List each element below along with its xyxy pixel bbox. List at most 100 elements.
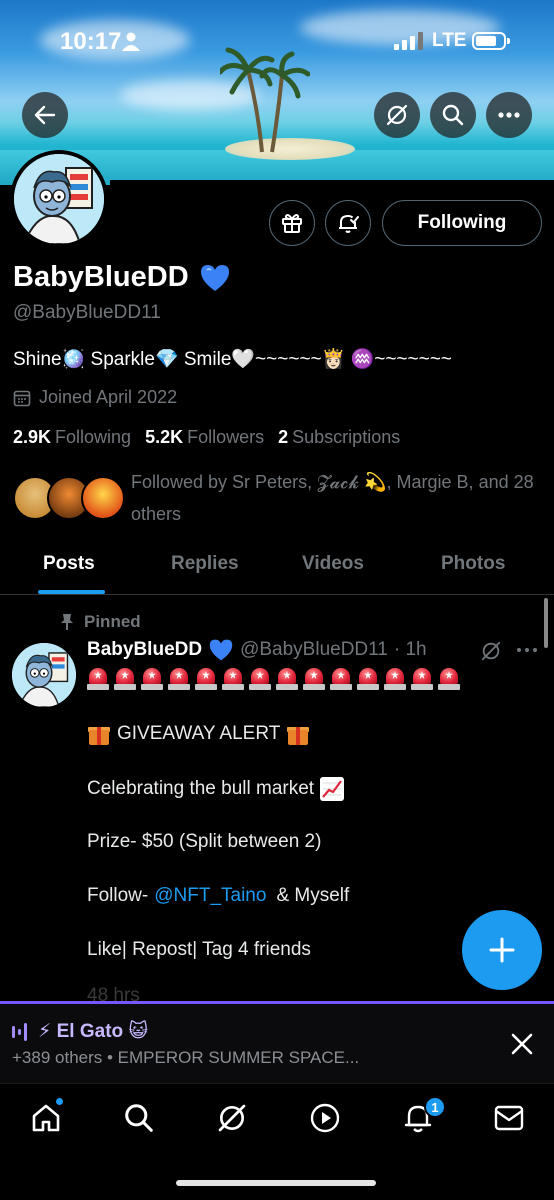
calendar-icon (13, 390, 31, 406)
mail-icon (494, 1105, 524, 1131)
profile-tabs: Posts Replies Videos Photos (0, 540, 554, 595)
battery-icon (472, 32, 510, 50)
grok-icon (386, 104, 408, 126)
post-author-name[interactable]: BabyBlueDD (87, 639, 202, 661)
profile-avatar[interactable] (10, 150, 108, 248)
subscribe-gift-button[interactable] (269, 200, 315, 246)
live-space-bar[interactable]: ⚡ El Gato 😺 +389 others • EMPEROR SUMMER… (0, 1001, 554, 1083)
tab-replies[interactable]: Replies (171, 553, 239, 575)
siren-emoji-icon (303, 666, 325, 692)
home-new-dot (56, 1098, 63, 1105)
post-author-handle[interactable]: @BabyBlueDD11 (240, 639, 388, 661)
post-time: · 1h (393, 639, 427, 660)
post-line-celebrate: Celebrating the bull market (87, 777, 345, 801)
nav-video[interactable] (305, 1098, 345, 1138)
tab-posts[interactable]: Posts (43, 553, 95, 575)
search-button[interactable] (430, 92, 476, 138)
siren-emoji-icon (330, 666, 352, 692)
siren-emoji-icon (276, 666, 298, 692)
avatar (81, 476, 125, 520)
blue-heart-icon (200, 264, 229, 291)
post-more-button[interactable] (516, 636, 538, 659)
tab-photos[interactable]: Photos (441, 553, 505, 575)
nav-grok[interactable] (212, 1098, 252, 1138)
siren-emoji-icon (87, 666, 109, 692)
gift-emoji-icon (87, 722, 111, 746)
post-line-like: Like| Repost| Tag 4 friends (87, 939, 311, 960)
network-type: LTE (432, 30, 467, 51)
scrollbar[interactable] (544, 598, 548, 648)
mention-link[interactable]: @NFT_Taino (154, 885, 266, 907)
pin-icon (61, 614, 73, 630)
close-icon[interactable] (510, 1032, 534, 1056)
profile-display-name: BabyBlueDD (13, 261, 231, 294)
play-icon (310, 1103, 340, 1133)
profile-handle: @BabyBlueDD11 (13, 302, 161, 323)
nav-search[interactable] (119, 1098, 159, 1138)
subscriptions-stat[interactable]: 2 Subscriptions (278, 427, 400, 448)
home-indicator (176, 1180, 376, 1186)
bell-check-icon (339, 215, 359, 233)
compose-post-button[interactable] (462, 910, 542, 990)
profile-bio: Shine🪩 Sparkle💎 Smile🤍~~~~~~👸🏻 ♒️~~~~~~~ (13, 349, 452, 370)
siren-emoji-icon (384, 666, 406, 692)
notifications-toggle-button[interactable] (325, 200, 371, 246)
siren-emoji-icon (195, 666, 217, 692)
display-name-text: BabyBlueDD (13, 261, 189, 293)
blue-heart-icon (209, 639, 233, 661)
space-subtitle: +389 others • EMPEROR SUMMER SPACE... (12, 1048, 360, 1067)
audio-wave-icon (12, 1022, 27, 1041)
siren-emoji-icon (168, 666, 190, 692)
space-title-text: ⚡ El Gato 😺 (38, 1021, 149, 1042)
joined-text: Joined April 2022 (39, 387, 178, 407)
search-icon (125, 1104, 153, 1132)
nav-messages[interactable] (489, 1098, 529, 1138)
signal-icon (394, 32, 423, 50)
followers-stat[interactable]: 5.2K Followers (145, 427, 264, 448)
siren-emoji-icon (411, 666, 433, 692)
profile-stats: 2.9K Following 5.2K Followers 2 Subscriptio… (13, 427, 400, 448)
siren-emoji-row (87, 666, 460, 692)
space-title: ⚡ El Gato 😺 (12, 1020, 148, 1043)
pinned-text: Pinned (84, 612, 141, 631)
post-line-follow: Follow- @NFT_Taino & Myself (87, 885, 350, 907)
post-author-avatar[interactable] (12, 643, 76, 707)
siren-emoji-icon (249, 666, 271, 692)
search-icon (442, 104, 464, 126)
active-tab-indicator (38, 590, 105, 594)
siren-emoji-icon (222, 666, 244, 692)
plus-icon (489, 937, 515, 963)
chart-up-emoji-icon (320, 777, 345, 801)
siren-emoji-icon (438, 666, 460, 692)
followed-by-avatars[interactable] (13, 476, 131, 522)
followed-by-text[interactable]: Followed by Sr Peters, 𝓩𝓪𝓬𝓴 💫, Margie B,… (131, 466, 541, 530)
following-button[interactable]: Following (382, 200, 542, 246)
more-icon (498, 112, 520, 118)
status-time: 10:17 (60, 28, 122, 55)
gift-icon (282, 214, 302, 233)
grok-button[interactable] (374, 92, 420, 138)
siren-emoji-icon (141, 666, 163, 692)
avatar-image (12, 643, 76, 707)
grok-icon (218, 1104, 246, 1132)
pinned-label: Pinned (60, 612, 141, 632)
tab-videos[interactable]: Videos (302, 553, 364, 575)
post-line-prize: Prize- $50 (Split between 2) (87, 831, 322, 852)
post-line-giveaway: GIVEAWAY ALERT (87, 722, 310, 746)
person-icon (122, 32, 140, 51)
post-header: BabyBlueDD @BabyBlueDD11 · 1h (87, 638, 427, 662)
grok-icon[interactable] (480, 640, 502, 662)
home-icon (32, 1104, 60, 1132)
more-icon (517, 648, 537, 652)
gift-emoji-icon (286, 722, 310, 746)
avatar-image (14, 154, 104, 244)
following-stat[interactable]: 2.9K Following (13, 427, 131, 448)
joined-date: Joined April 2022 (13, 387, 177, 408)
back-button[interactable] (22, 92, 68, 138)
status-bar: 10:17 LTE (0, 26, 554, 60)
back-arrow-icon (34, 105, 56, 125)
siren-emoji-icon (114, 666, 136, 692)
notifications-badge: 1 (424, 1096, 446, 1118)
more-button[interactable] (486, 92, 532, 138)
siren-emoji-icon (357, 666, 379, 692)
